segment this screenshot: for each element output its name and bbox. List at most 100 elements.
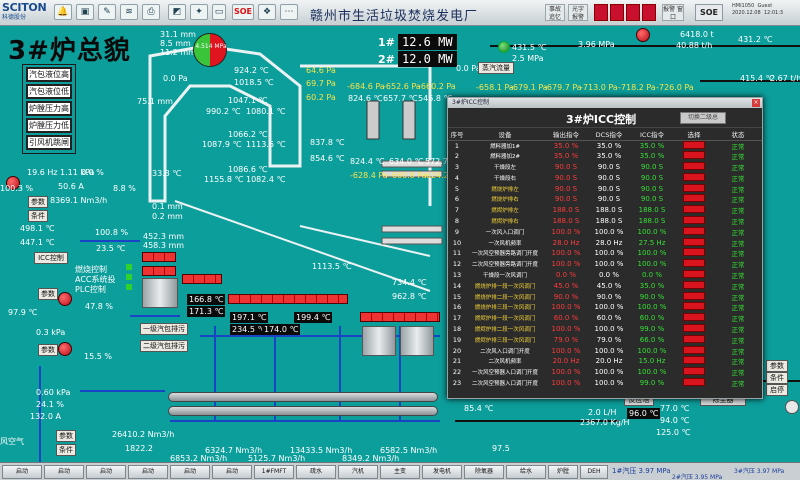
folder-icon[interactable]: ▣	[76, 4, 94, 20]
trend-icon[interactable]: ≋	[120, 4, 138, 20]
select-toggle[interactable]	[683, 323, 705, 332]
row-select[interactable]	[674, 291, 714, 302]
row-select[interactable]	[674, 377, 714, 389]
row-select[interactable]	[674, 248, 714, 259]
bottom-btn-5[interactable]: 启动	[170, 465, 210, 479]
alarm-furnace-pressure-high[interactable]: 炉膛压力高	[26, 101, 72, 116]
row-select[interactable]	[674, 345, 714, 356]
row-select[interactable]	[674, 259, 714, 270]
param-button-3[interactable]: 参数	[38, 344, 58, 356]
alarm-indicator-1[interactable]	[594, 4, 608, 21]
cond-button-2[interactable]: 条件	[56, 444, 76, 456]
window-icon[interactable]: ▭	[212, 4, 226, 20]
row-select[interactable]	[674, 140, 714, 151]
compass-icon[interactable]: ✦	[190, 4, 208, 20]
alarm-furnace-pressure-low[interactable]: 炉膛压力低	[26, 118, 72, 133]
soe-button[interactable]: SOE	[695, 4, 723, 21]
bottom-btn-4[interactable]: 启动	[128, 465, 168, 479]
select-toggle[interactable]	[683, 280, 705, 289]
row-select[interactable]	[674, 194, 714, 205]
select-toggle[interactable]	[683, 313, 705, 322]
flow-icon[interactable]: ⋯	[280, 4, 298, 20]
select-toggle[interactable]	[683, 205, 705, 214]
steam-flow-button[interactable]: 蒸汽流量	[478, 62, 514, 74]
select-toggle[interactable]	[683, 334, 705, 343]
alarm-id-fan-trip[interactable]: 引风机跳闸	[26, 135, 72, 150]
drain-2-button[interactable]: 二级汽包排污	[140, 340, 188, 352]
alarm-bell-icon[interactable]: 🔔	[54, 4, 72, 20]
close-icon[interactable]: ×	[752, 99, 760, 107]
row-select[interactable]	[674, 323, 714, 335]
bottom-btn-9[interactable]: 主变	[380, 465, 420, 479]
select-toggle[interactable]	[683, 302, 705, 311]
print-icon[interactable]: ⎙	[142, 4, 160, 20]
bottom-btn-2[interactable]: 启动	[44, 465, 84, 479]
edit-icon[interactable]: ✎	[98, 4, 116, 20]
row-select[interactable]	[674, 269, 714, 281]
row-select[interactable]	[674, 313, 714, 324]
bottom-btn-6[interactable]: 启动	[212, 465, 252, 479]
row-select[interactable]	[674, 356, 714, 367]
select-toggle[interactable]	[683, 140, 705, 149]
row-select[interactable]	[674, 183, 714, 194]
stack-fan-icon[interactable]	[785, 400, 799, 414]
row-select[interactable]	[674, 334, 714, 345]
row-select[interactable]	[674, 205, 714, 216]
bottom-btn-10[interactable]: 发电机	[422, 465, 462, 479]
row-select[interactable]	[674, 367, 714, 378]
select-toggle[interactable]	[683, 377, 705, 386]
row-select[interactable]	[674, 215, 714, 227]
fan-cond-button[interactable]: 条件	[28, 210, 48, 222]
bottom-btn-13[interactable]: 炉膛	[548, 465, 578, 479]
drain-1-button[interactable]: 一级汽包排污	[140, 323, 188, 335]
icc-titlebar[interactable]: 3#炉ICC控制 ×	[448, 98, 762, 108]
param-button-2[interactable]: 参数	[38, 288, 58, 300]
icc-control-button[interactable]: ICC控制	[34, 252, 68, 264]
select-toggle[interactable]	[683, 226, 705, 235]
bottom-btn-7[interactable]: 疏水	[296, 465, 336, 479]
fan-param-button[interactable]: 参数	[28, 196, 48, 208]
select-toggle[interactable]	[683, 269, 705, 278]
row-select[interactable]	[674, 151, 714, 162]
alarm-indicator-3[interactable]	[626, 4, 640, 21]
right-param-button[interactable]: 参数	[766, 360, 788, 372]
layers-icon[interactable]: ❖	[258, 4, 276, 20]
bottom-btn-12[interactable]: 给水	[506, 465, 546, 479]
bottom-btn-fmft[interactable]: 1#FMFT	[254, 465, 294, 479]
select-toggle[interactable]	[683, 151, 705, 160]
row-select[interactable]	[674, 302, 714, 313]
select-toggle[interactable]	[683, 356, 705, 365]
row-select[interactable]	[674, 280, 714, 291]
chart-icon[interactable]: ◩	[168, 4, 186, 20]
steam-pump-icon[interactable]	[636, 28, 650, 42]
soe-red-button[interactable]: SOE	[232, 4, 254, 20]
icc-switch-button[interactable]: 切换二级总	[680, 112, 726, 124]
alarm-drum-level-low[interactable]: 汽包液位低	[26, 84, 72, 99]
bottom-btn-8[interactable]: 汽机	[338, 465, 378, 479]
param-button-4[interactable]: 参数	[56, 430, 76, 442]
toolbar-btn-1[interactable]: 事故 追忆	[545, 4, 565, 21]
select-toggle[interactable]	[683, 291, 705, 300]
select-toggle[interactable]	[683, 259, 705, 268]
bottom-btn-deh[interactable]: DEH	[580, 465, 608, 479]
alarm-indicator-4[interactable]	[642, 4, 656, 21]
pa-fan-icon[interactable]	[58, 342, 72, 356]
sa-fan-icon[interactable]	[58, 292, 72, 306]
bottom-btn-3[interactable]: 启动	[86, 465, 126, 479]
row-select[interactable]	[674, 172, 714, 183]
row-select[interactable]	[674, 161, 714, 173]
alarm-drum-level-high[interactable]: 汽包液位高	[26, 67, 72, 82]
select-toggle[interactable]	[683, 237, 705, 246]
select-toggle[interactable]	[683, 215, 705, 224]
select-toggle[interactable]	[683, 183, 705, 192]
toolbar-btn-2[interactable]: 光字 报警	[568, 4, 588, 21]
select-toggle[interactable]	[683, 194, 705, 203]
toolbar-btn-3[interactable]: 报警 窗口	[662, 4, 684, 21]
alarm-indicator-2[interactable]	[610, 4, 624, 21]
right-start-button[interactable]: 启停	[766, 384, 788, 396]
steam-valve-icon[interactable]	[498, 41, 510, 53]
select-toggle[interactable]	[683, 345, 705, 354]
row-select[interactable]	[674, 226, 714, 237]
bottom-btn-1[interactable]: 启动	[2, 465, 42, 479]
select-toggle[interactable]	[683, 161, 705, 170]
